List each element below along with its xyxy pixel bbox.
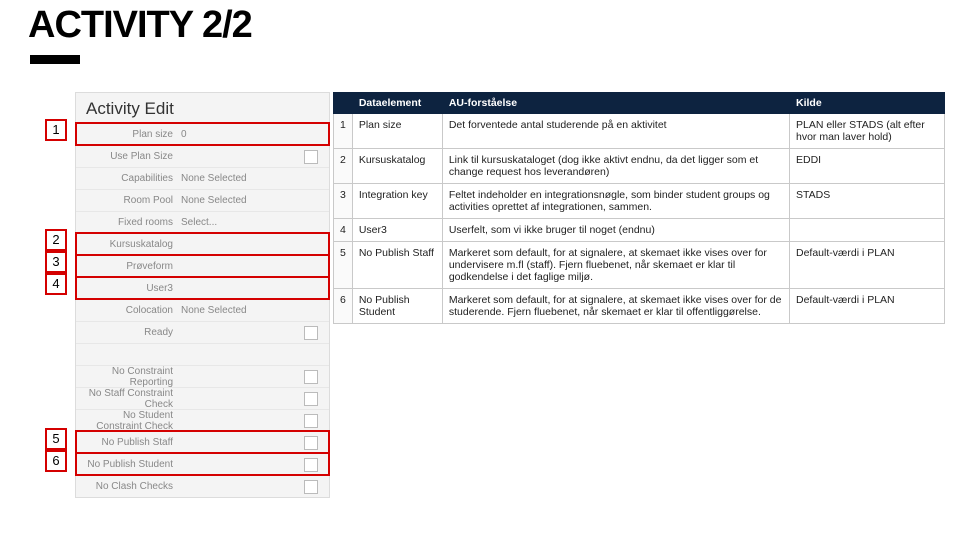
panel-row-label: No Clash Checks (86, 481, 181, 492)
panel-row-label: Prøveform (86, 261, 181, 272)
row-source (790, 219, 945, 242)
table-row: 3Integration keyFeltet indeholder en int… (334, 184, 945, 219)
table-row: 1Plan sizeDet forventede antal studerend… (334, 114, 945, 149)
checkbox[interactable] (304, 326, 318, 340)
panel-heading: Activity Edit (76, 93, 329, 123)
row-number: 6 (334, 289, 353, 324)
panel-row-value: None Selected (181, 195, 324, 206)
checkbox[interactable] (304, 392, 318, 406)
panel-row-value: Select... (181, 217, 324, 228)
panel-row: No Staff Constraint Check (76, 387, 329, 409)
col-element: Dataelement (352, 93, 442, 114)
row-element: Integration key (352, 184, 442, 219)
row-desc: Link til kursuskataloget (dog ikke aktiv… (442, 149, 789, 184)
panel-row-label: No Student Constraint Check (86, 410, 181, 432)
panel-row-value: None Selected (181, 173, 324, 184)
row-desc: Userfelt, som vi ikke bruger til noget (… (442, 219, 789, 242)
callout-4: 4 (45, 273, 67, 295)
table-row: 6No Publish StudentMarkeret som default,… (334, 289, 945, 324)
row-number: 4 (334, 219, 353, 242)
panel-row: User3 (76, 277, 329, 299)
panel-row-label: No Staff Constraint Check (86, 388, 181, 410)
row-number: 1 (334, 114, 353, 149)
panel-row-label: Ready (86, 327, 181, 338)
slide-title: ACTIVITY 2/2 (28, 4, 252, 47)
panel-row: No Publish Student (76, 453, 329, 475)
table-row: 4User3Userfelt, som vi ikke bruger til n… (334, 219, 945, 242)
row-element: Plan size (352, 114, 442, 149)
panel-row: No Clash Checks (76, 475, 329, 497)
row-source: PLAN eller STADS (alt efter hvor man lav… (790, 114, 945, 149)
panel-row-label: No Constraint Reporting (86, 366, 181, 388)
row-desc: Det forventede antal studerende på en ak… (442, 114, 789, 149)
panel-row: No Constraint Reporting (76, 365, 329, 387)
panel-row: Ready (76, 321, 329, 343)
col-source: Kilde (790, 93, 945, 114)
panel-row-label: Fixed rooms (86, 217, 181, 228)
panel-row: Fixed roomsSelect... (76, 211, 329, 233)
checkbox[interactable] (304, 458, 318, 472)
row-source: STADS (790, 184, 945, 219)
row-element: User3 (352, 219, 442, 242)
activity-edit-panel: Activity Edit Plan size0Use Plan SizeCap… (75, 92, 330, 498)
panel-row: ColocationNone Selected (76, 299, 329, 321)
panel-row-label: Kursuskatalog (86, 239, 181, 250)
callout-1: 1 (45, 119, 67, 141)
col-desc: AU-forståelse (442, 93, 789, 114)
row-desc: Markeret som default, for at signalere, … (442, 242, 789, 289)
row-source: Default-værdi i PLAN (790, 289, 945, 324)
row-desc: Feltet indeholder en integrationsnøgle, … (442, 184, 789, 219)
panel-row: No Student Constraint Check (76, 409, 329, 431)
panel-row: Plan size0 (76, 123, 329, 145)
panel-row: Room PoolNone Selected (76, 189, 329, 211)
panel-row-label: User3 (86, 283, 181, 294)
panel-row: No Publish Staff (76, 431, 329, 453)
row-source: Default-værdi i PLAN (790, 242, 945, 289)
row-element: Kursuskatalog (352, 149, 442, 184)
row-number: 5 (334, 242, 353, 289)
panel-row: CapabilitiesNone Selected (76, 167, 329, 189)
callout-5: 5 (45, 428, 67, 450)
title-underline (30, 55, 80, 64)
table-row: 5No Publish StaffMarkeret som default, f… (334, 242, 945, 289)
checkbox[interactable] (304, 480, 318, 494)
table-row: 2KursuskatalogLink til kursuskataloget (… (334, 149, 945, 184)
panel-row (76, 343, 329, 365)
panel-row-label: Use Plan Size (86, 151, 181, 162)
panel-row-label: No Publish Student (86, 459, 181, 470)
panel-row-value: None Selected (181, 305, 324, 316)
panel-row: Prøveform (76, 255, 329, 277)
panel-row-value: 0 (181, 129, 324, 140)
checkbox[interactable] (304, 370, 318, 384)
row-element: No Publish Staff (352, 242, 442, 289)
checkbox[interactable] (304, 150, 318, 164)
callout-6: 6 (45, 450, 67, 472)
row-desc: Markeret som default, for at signalere, … (442, 289, 789, 324)
callout-2: 2 (45, 229, 67, 251)
panel-row: Kursuskatalog (76, 233, 329, 255)
panel-row-label: Plan size (86, 129, 181, 140)
checkbox[interactable] (304, 436, 318, 450)
panel-row-label: Colocation (86, 305, 181, 316)
row-number: 3 (334, 184, 353, 219)
col-blank (334, 93, 353, 114)
explanation-table: Dataelement AU-forståelse Kilde 1Plan si… (333, 92, 945, 324)
row-number: 2 (334, 149, 353, 184)
callout-3: 3 (45, 251, 67, 273)
panel-row-label: Capabilities (86, 173, 181, 184)
row-source: EDDI (790, 149, 945, 184)
panel-row: Use Plan Size (76, 145, 329, 167)
row-element: No Publish Student (352, 289, 442, 324)
checkbox[interactable] (304, 414, 318, 428)
panel-row-label: Room Pool (86, 195, 181, 206)
panel-row-label: No Publish Staff (86, 437, 181, 448)
